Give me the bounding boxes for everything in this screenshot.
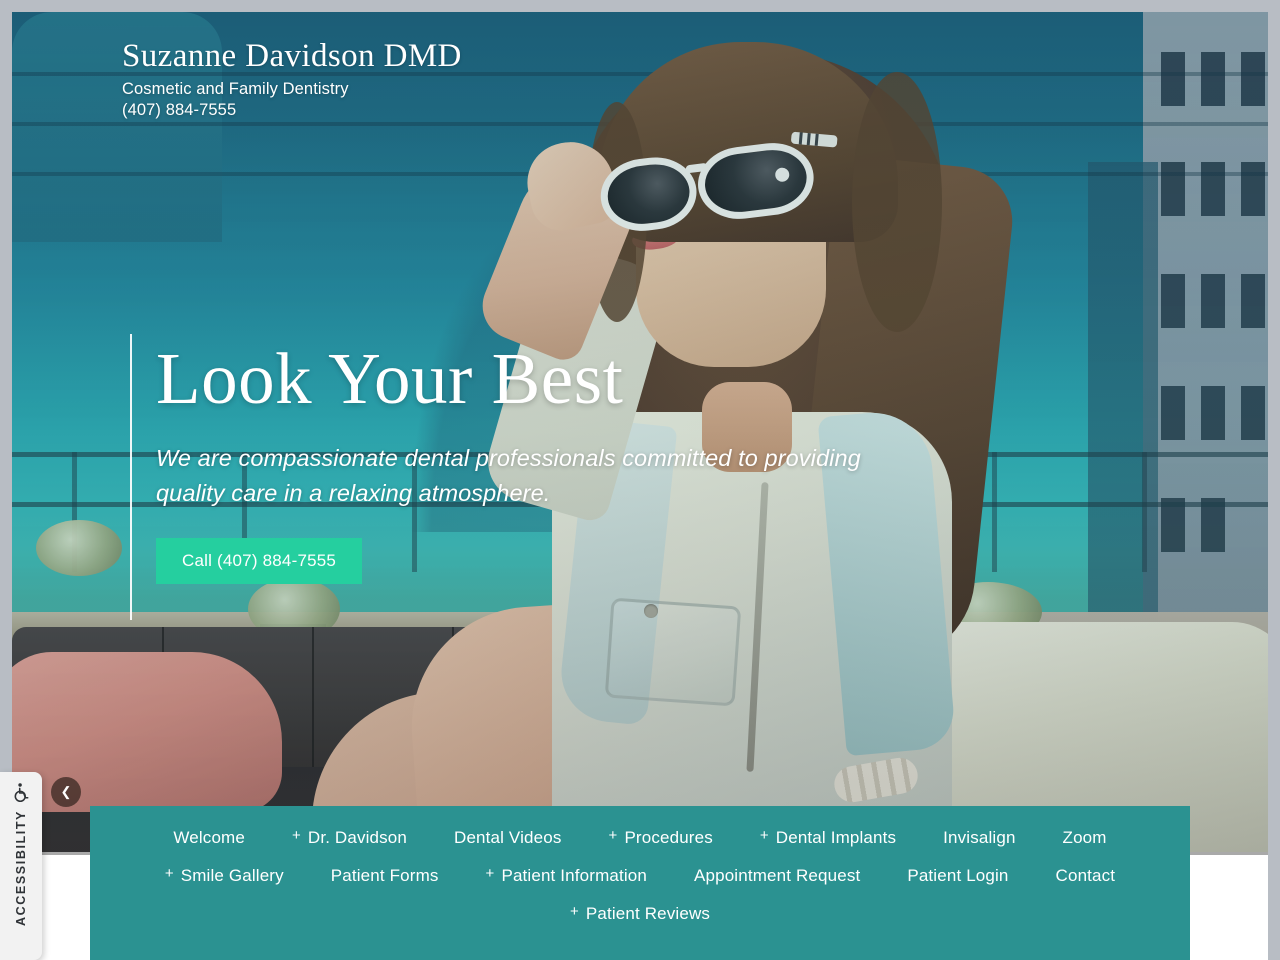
main-navigation: Welcome + Dr. Davidson Dental Videos + Proced… <box>90 806 1190 960</box>
accessibility-widget-button[interactable]: ACCESSIBILITY <box>0 772 42 960</box>
submenu-plus-icon: + <box>291 827 301 844</box>
chevron-left-icon: ❮ <box>60 784 72 799</box>
nav-item-invisalign[interactable]: Invisalign <box>943 824 1015 851</box>
nav-item-patient-reviews[interactable]: + Patient Reviews <box>570 900 710 927</box>
nav-item-dr-davidson[interactable]: + Dr. Davidson <box>292 824 407 851</box>
slide-title: Look Your Best <box>156 338 624 419</box>
nav-item-appointment-request[interactable]: Appointment Request <box>694 862 860 889</box>
nav-item-label: Procedures <box>624 828 713 847</box>
model-jacket-pocket <box>604 597 742 707</box>
accessibility-label: ACCESSIBILITY <box>14 810 28 926</box>
nav-row-3: + Patient Reviews <box>90 900 1190 927</box>
nav-item-patient-information[interactable]: + Patient Information <box>486 862 647 889</box>
submenu-plus-icon: + <box>569 903 579 920</box>
slide-copy: Look Your Best We are compassionate dent… <box>156 338 916 585</box>
carousel-prev-button[interactable]: ❮ <box>51 777 81 807</box>
brand-tagline: Cosmetic and Family Dentistry <box>122 79 349 98</box>
nav-item-label: Dr. Davidson <box>307 828 408 847</box>
brand-phone[interactable]: (407) 884-7555 <box>122 101 462 120</box>
call-cta-button[interactable]: Call (407) 884-7555 <box>156 538 363 585</box>
nav-item-label: Dental Videos <box>454 828 562 847</box>
nav-item-procedures[interactable]: + Procedures <box>609 824 713 851</box>
nav-item-patient-login[interactable]: Patient Login <box>907 862 1008 889</box>
nav-item-label: Invisalign <box>943 828 1016 847</box>
nav-item-label: Patient Login <box>907 866 1009 885</box>
nav-item-label: Contact <box>1055 866 1116 885</box>
site-brand[interactable]: Suzanne Davidson DMD Cosmetic and Family… <box>122 38 462 120</box>
nav-item-label: Patient Information <box>501 866 647 885</box>
nav-row-2: + Smile Gallery Patient Forms + Patient Info… <box>90 862 1190 889</box>
nav-item-dental-videos[interactable]: Dental Videos <box>454 824 562 851</box>
hero-slider: Suzanne Davidson DMD Cosmetic and Family… <box>12 12 1268 852</box>
nav-item-label: Welcome <box>173 828 245 847</box>
nav-item-contact[interactable]: Contact <box>1056 862 1116 889</box>
wheelchair-icon <box>14 783 29 803</box>
nav-item-welcome[interactable]: Welcome <box>173 824 245 851</box>
sunglasses-lens-left <box>596 152 701 236</box>
brand-name: Suzanne Davidson DMD <box>122 38 462 74</box>
nav-row-1: Welcome + Dr. Davidson Dental Videos + Proced… <box>90 824 1190 851</box>
page-root: Suzanne Davidson DMD Cosmetic and Family… <box>0 0 1280 960</box>
model-jacket-button <box>644 604 658 618</box>
nav-item-label: Appointment Request <box>694 866 861 885</box>
submenu-plus-icon: + <box>608 827 618 844</box>
submenu-plus-icon: + <box>164 865 174 882</box>
nav-item-label: Zoom <box>1062 828 1107 847</box>
slide-subtitle: We are compassionate dental professional… <box>156 445 861 506</box>
sunglasses-lens-right <box>693 138 818 224</box>
nav-item-label: Patient Reviews <box>585 904 711 923</box>
nav-item-zoom[interactable]: Zoom <box>1063 824 1107 851</box>
submenu-plus-icon: + <box>485 865 495 882</box>
submenu-plus-icon: + <box>759 827 769 844</box>
nav-item-label: Smile Gallery <box>180 866 284 885</box>
model-hair-wisp <box>852 72 942 332</box>
nav-item-dental-implants[interactable]: + Dental Implants <box>760 824 896 851</box>
nav-item-smile-gallery[interactable]: + Smile Gallery <box>165 862 284 889</box>
nav-item-label: Dental Implants <box>775 828 897 847</box>
slide-accent-line <box>130 334 132 620</box>
nav-item-label: Patient Forms <box>330 866 439 885</box>
nav-item-patient-forms[interactable]: Patient Forms <box>331 862 439 889</box>
